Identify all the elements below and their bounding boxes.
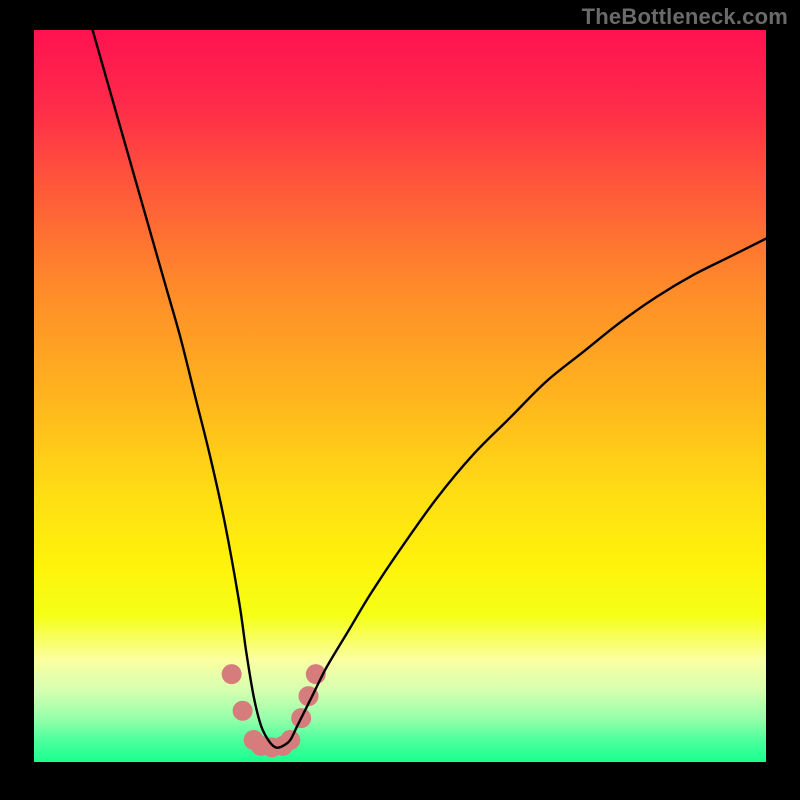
marker-group: [222, 664, 326, 757]
plot-area: [34, 30, 766, 762]
curve-layer: [34, 30, 766, 762]
curve-marker: [233, 701, 253, 721]
chart-stage: TheBottleneck.com: [0, 0, 800, 800]
curve-marker: [222, 664, 242, 684]
watermark-text: TheBottleneck.com: [582, 4, 788, 30]
bottleneck-curve: [93, 30, 766, 748]
